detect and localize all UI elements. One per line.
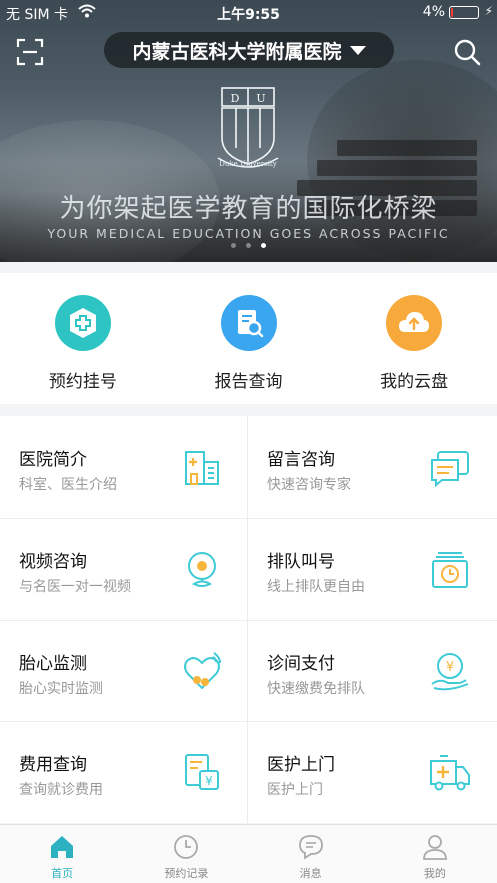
- tab-label: 首页: [51, 867, 74, 880]
- tab-label: 预约记录: [164, 867, 209, 880]
- carousel-indicator: [0, 243, 497, 248]
- quick-action-cloud[interactable]: 我的云盘: [331, 273, 497, 404]
- scan-icon[interactable]: [16, 38, 44, 66]
- service-title: 医院简介: [19, 450, 87, 470]
- service-subtitle: 科室、医生介绍: [19, 477, 117, 493]
- svg-text:¥: ¥: [446, 660, 454, 675]
- camera-icon: [188, 552, 216, 587]
- report-search-icon: [220, 295, 277, 351]
- home-icon: [51, 836, 74, 858]
- service-subtitle: 胎心实时监测: [19, 681, 103, 697]
- carousel-dot[interactable]: [231, 243, 236, 248]
- service-payment[interactable]: 诊间支付 快速缴费免排队 ¥: [248, 620, 496, 721]
- service-title: 排队叫号: [267, 552, 335, 572]
- svg-text:¥: ¥: [205, 774, 213, 788]
- service-fetal-monitor[interactable]: 胎心监测 胎心实时监测: [0, 620, 248, 721]
- person-icon: [422, 835, 447, 860]
- service-subtitle: 医护上门: [267, 782, 323, 798]
- search-icon[interactable]: [453, 38, 481, 66]
- heart-monitor-icon: [184, 652, 221, 690]
- ambulance-icon: [430, 755, 470, 791]
- service-title: 费用查询: [19, 755, 87, 775]
- svg-text:D: D: [231, 92, 240, 105]
- service-subtitle: 与名医一对一视频: [19, 579, 131, 595]
- hospital-name: 内蒙古医科大学附属医院: [132, 40, 342, 63]
- building-icon: [185, 451, 219, 485]
- hospital-selector[interactable]: 内蒙古医科大学附属医院: [104, 32, 394, 68]
- quick-action-label: 报告查询: [214, 372, 283, 392]
- carousel-dot[interactable]: [246, 243, 251, 248]
- cloud-upload-icon: [386, 295, 443, 351]
- tab-label: 我的: [423, 867, 446, 880]
- quick-actions: 预约挂号 报告查询 我的云盘: [0, 273, 497, 404]
- status-bar: 无 SIM 卡 上午9:55 4% ⚡: [0, 0, 497, 26]
- service-title: 医护上门: [267, 755, 335, 775]
- banner-subtitle: YOUR MEDICAL EDUCATION GOES ACROSS PACIF…: [47, 226, 450, 241]
- services-grid: 医院简介 科室、医生介绍 留言咨询 快速咨询专家 视频咨询 与名医一对一视频 排…: [0, 416, 497, 823]
- service-queue[interactable]: 排队叫号 线上排队更自由: [248, 518, 496, 619]
- payment-hand-icon: ¥: [431, 653, 469, 691]
- service-message[interactable]: 留言咨询 快速咨询专家: [248, 416, 496, 517]
- service-title: 视频咨询: [19, 552, 87, 572]
- battery-percent: 4%: [422, 4, 445, 20]
- service-hospital-intro[interactable]: 医院简介 科室、医生介绍: [0, 416, 248, 517]
- message-icon: [431, 451, 469, 488]
- quick-action-appointment[interactable]: 预约挂号: [0, 273, 166, 404]
- caret-down-icon: [349, 45, 366, 55]
- tab-label: 消息: [299, 867, 322, 880]
- clock-icon: [174, 835, 199, 859]
- tab-bar: 首页 预约记录 消息 我的: [0, 824, 497, 883]
- service-home-care[interactable]: 医护上门 医护上门: [248, 721, 496, 822]
- tab-messages[interactable]: 消息: [249, 825, 373, 883]
- bill-icon: ¥: [185, 754, 219, 790]
- service-subtitle: 快速缴费免排队: [267, 681, 365, 697]
- tab-appointments[interactable]: 预约记录: [124, 825, 248, 883]
- quick-action-report[interactable]: 报告查询: [166, 273, 332, 404]
- hospital-cross-icon: [54, 295, 111, 351]
- service-subtitle: 快速咨询专家: [267, 477, 351, 493]
- svg-text:U: U: [256, 92, 265, 105]
- quick-action-label: 我的云盘: [380, 372, 449, 392]
- chat-bubble-icon: [298, 835, 323, 860]
- service-title: 留言咨询: [267, 450, 335, 470]
- service-subtitle: 线上排队更自由: [267, 579, 365, 595]
- service-title: 胎心监测: [19, 654, 87, 674]
- carousel-dot-active[interactable]: [261, 243, 266, 248]
- tab-home[interactable]: 首页: [0, 825, 124, 883]
- service-subtitle: 查询就诊费用: [19, 782, 103, 798]
- service-fee-query[interactable]: 费用查询 查询就诊费用 ¥: [0, 721, 248, 822]
- banner-carousel[interactable]: 无 SIM 卡 上午9:55 4% ⚡ 内蒙古医科大学附属医院 D U Duke…: [0, 0, 497, 262]
- service-video[interactable]: 视频咨询 与名医一对一视频: [0, 518, 248, 619]
- banner-title: 为你架起医学教育的国际化桥梁: [59, 194, 438, 224]
- quick-action-label: 预约挂号: [48, 372, 117, 392]
- charging-icon: ⚡: [484, 4, 493, 18]
- tab-profile[interactable]: 我的: [373, 825, 497, 883]
- emblem-caption: Duke University: [219, 160, 277, 168]
- queue-clock-icon: [432, 552, 468, 588]
- battery-icon: [449, 6, 479, 19]
- service-title: 诊间支付: [267, 654, 335, 674]
